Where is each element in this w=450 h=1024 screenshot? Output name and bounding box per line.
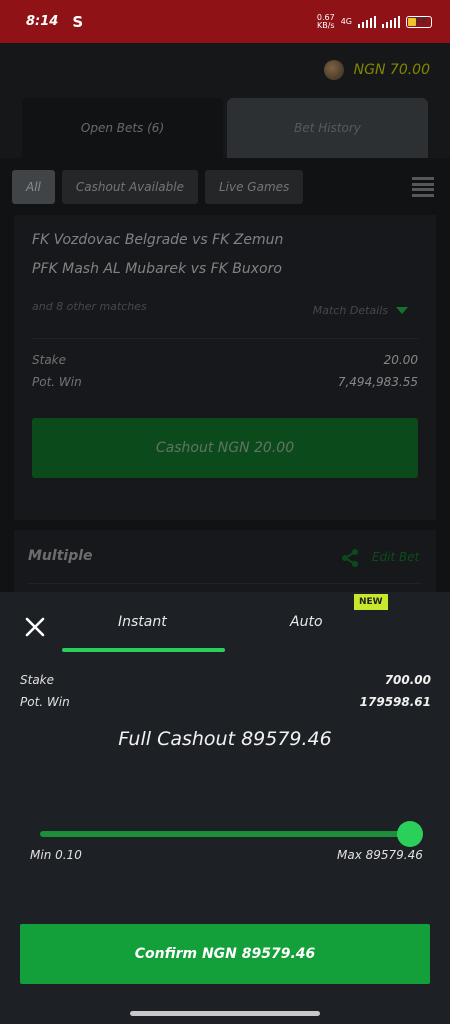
sheet-stake-value: 700.00 bbox=[384, 673, 431, 687]
tab-bet-history[interactable]: Bet History bbox=[227, 98, 428, 158]
status-bar: 8:14 S 0.67 KB/s 4G 14 bbox=[0, 0, 450, 43]
close-icon[interactable] bbox=[24, 616, 46, 638]
avatar[interactable] bbox=[323, 60, 344, 80]
full-cashout-title: Full Cashout 89579.46 bbox=[118, 728, 332, 750]
stake-label: Stake bbox=[32, 353, 67, 367]
stake-value: 20.00 bbox=[383, 353, 418, 367]
filter-live-games[interactable]: Live Games bbox=[204, 170, 304, 204]
status-time: 8:14 bbox=[26, 14, 59, 29]
filter-cashout-available[interactable]: Cashout Available bbox=[61, 170, 198, 204]
network-type: 4G bbox=[340, 16, 352, 26]
sheet-pot-win-label: Pot. Win bbox=[20, 695, 70, 709]
tab-open-bets[interactable]: Open Bets (6) bbox=[22, 98, 223, 158]
signal-icon bbox=[358, 15, 376, 28]
edit-bet-link[interactable]: Edit Bet bbox=[372, 550, 419, 564]
bet-type-title: Multiple bbox=[28, 548, 93, 564]
pot-win-label: Pot. Win bbox=[32, 375, 82, 389]
match-item: PFK Mash AL Mubarek vs FK Buxoro bbox=[32, 261, 282, 277]
new-badge: NEW bbox=[354, 594, 388, 610]
divider bbox=[32, 338, 418, 339]
app-notification-icon: S bbox=[72, 12, 84, 31]
battery-icon: 14 bbox=[406, 15, 432, 28]
pot-win-value: 7,494,983.55 bbox=[337, 375, 418, 389]
list-view-icon[interactable] bbox=[412, 177, 434, 197]
balance-amount: NGN 70.00 bbox=[353, 62, 430, 78]
chevron-down-icon bbox=[396, 307, 408, 314]
signal-icon-2 bbox=[382, 15, 400, 28]
other-matches-text: and 8 other matches bbox=[32, 300, 147, 313]
match-details-label: Match Details bbox=[312, 304, 388, 317]
match-details-toggle[interactable]: Match Details bbox=[313, 304, 408, 317]
sheet-stake-row: Stake 700.00 bbox=[20, 673, 431, 687]
divider bbox=[28, 583, 422, 584]
filter-bar: All Cashout Available Live Games bbox=[12, 170, 304, 204]
active-tab-indicator bbox=[62, 648, 225, 652]
cashout-slider-track[interactable] bbox=[40, 831, 410, 837]
share-icon[interactable] bbox=[340, 548, 360, 568]
cashout-slider-handle[interactable] bbox=[397, 821, 423, 847]
match-item: FK Vozdovac Belgrade vs FK Zemun bbox=[32, 232, 284, 248]
tab-instant[interactable]: Instant bbox=[118, 614, 167, 630]
pot-win-row: Pot. Win 7,494,983.55 bbox=[32, 375, 418, 389]
slider-min-label: Min 0.10 bbox=[30, 848, 82, 862]
bet-tabs: Open Bets (6) Bet History bbox=[22, 98, 428, 158]
home-indicator[interactable] bbox=[130, 1011, 320, 1016]
slider-max-label: Max 89579.46 bbox=[337, 848, 423, 862]
status-indicators: 0.67 KB/s 4G 14 bbox=[316, 12, 432, 30]
tab-auto[interactable]: Auto bbox=[290, 614, 323, 630]
battery-level: 14 bbox=[415, 15, 427, 25]
stake-row: Stake 20.00 bbox=[32, 353, 418, 367]
network-speed: 0.67 KB/s bbox=[316, 12, 335, 30]
sheet-stake-label: Stake bbox=[20, 673, 55, 687]
confirm-cashout-button[interactable]: Confirm NGN 89579.46 bbox=[20, 924, 430, 984]
sheet-pot-win-value: 179598.61 bbox=[359, 695, 431, 709]
filter-all[interactable]: All bbox=[12, 170, 55, 204]
balance-display[interactable]: NGN 70.00 bbox=[323, 60, 430, 80]
cashout-button[interactable]: Cashout NGN 20.00 bbox=[32, 418, 418, 478]
sheet-pot-win-row: Pot. Win 179598.61 bbox=[20, 695, 431, 709]
